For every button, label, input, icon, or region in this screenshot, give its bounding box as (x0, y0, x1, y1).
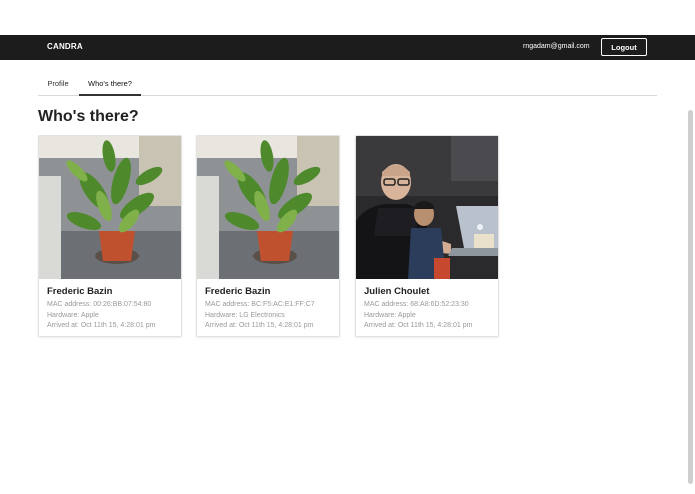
user-email: rngadam@gmail.com (523, 43, 590, 50)
navbar: CANDRA rngadam@gmail.com Logout (0, 35, 695, 60)
page-title: Who's there? (38, 108, 139, 125)
device-card[interactable]: Frederic Bazin MAC address: 00:26:BB:07:… (38, 135, 182, 337)
person-name: Frederic Bazin (205, 286, 271, 297)
scrollbar[interactable] (688, 110, 693, 484)
device-card-body: Frederic Bazin MAC address: BC:F5:AC:E1:… (205, 286, 335, 332)
hardware: Hardware: Apple (364, 311, 416, 319)
arrived-at: Arrived at: Oct 11th 15, 4:28:01 pm (47, 322, 156, 329)
potted-plant-photo (197, 136, 339, 279)
device-card[interactable]: Frederic Bazin MAC address: BC:F5:AC:E1:… (196, 135, 340, 337)
potted-plant-photo (39, 136, 181, 279)
tab-whos-there[interactable]: Who's there? (79, 75, 141, 96)
tab-bar: Profile Who's there? (38, 75, 657, 96)
device-card-body: Frederic Bazin MAC address: 00:26:BB:07:… (47, 286, 177, 332)
device-card-body: Julien Choulet MAC address: 68:A8:6D:52:… (364, 286, 494, 332)
hardware: Hardware: LG Electronics (205, 311, 285, 319)
brand-logo[interactable]: CANDRA (47, 42, 83, 51)
mac-address: MAC address: BC:F5:AC:E1:FF:C7 (205, 301, 315, 308)
device-card[interactable]: Julien Choulet MAC address: 68:A8:6D:52:… (355, 135, 499, 337)
person-name: Julien Choulet (364, 286, 430, 297)
arrived-at: Arrived at: Oct 11th 15, 4:28:01 pm (364, 322, 473, 329)
mac-address: MAC address: 00:26:BB:07:54:80 (47, 301, 152, 308)
hardware: Hardware: Apple (47, 311, 99, 319)
mac-address: MAC address: 68:A8:6D:52:23:30 (364, 301, 469, 308)
person-at-laptop-photo (356, 136, 498, 279)
logout-button[interactable]: Logout (601, 38, 647, 56)
person-name: Frederic Bazin (47, 286, 113, 297)
arrived-at: Arrived at: Oct 11th 15, 4:28:01 pm (205, 322, 314, 329)
tab-profile[interactable]: Profile (38, 75, 78, 94)
